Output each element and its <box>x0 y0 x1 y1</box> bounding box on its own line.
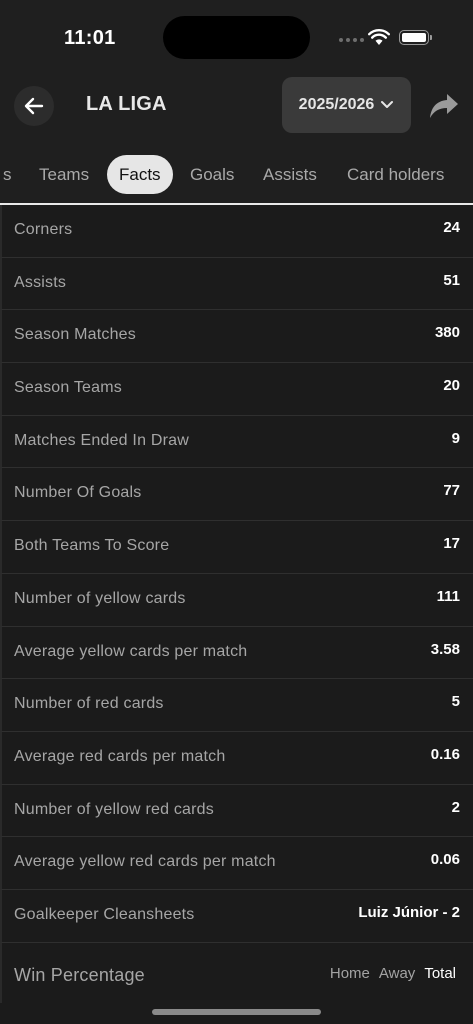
wifi-icon <box>368 29 390 45</box>
fact-row-cleansheets: Goalkeeper Cleansheets Luiz Júnior - 2 <box>0 889 473 943</box>
arrow-left-icon <box>24 97 44 115</box>
fact-row-yellow-red: Number of yellow red cards 2 <box>0 784 473 838</box>
fact-row-yellow-cards: Number of yellow cards 111 <box>0 573 473 627</box>
page-title: LA LIGA <box>86 93 167 115</box>
season-selector[interactable]: 2025/2026 <box>282 77 411 133</box>
status-bar: 11:01 <box>0 0 473 70</box>
win-total-option[interactable]: Total <box>424 965 456 982</box>
chevron-down-icon <box>381 101 394 108</box>
tab-bar: s Teams Facts Goals Assists Card holders <box>0 152 473 198</box>
back-button[interactable] <box>14 86 54 126</box>
battery-icon <box>399 30 432 45</box>
tab-teams[interactable]: Teams <box>27 155 101 194</box>
tab-partial[interactable]: s <box>0 155 24 194</box>
fact-row-goals: Number Of Goals 77 <box>0 468 473 522</box>
win-percentage-row: Win Percentage Home Away Total <box>0 942 473 1003</box>
header: LA LIGA 2025/2026 <box>0 70 473 140</box>
home-indicator[interactable] <box>152 1009 321 1015</box>
fact-row-corners: Corners 24 <box>0 205 473 258</box>
share-icon[interactable] <box>428 92 460 120</box>
tab-goals[interactable]: Goals <box>178 155 246 194</box>
fact-row-avg-yellow-red: Average yellow red cards per match 0.06 <box>0 837 473 890</box>
tab-card-holders[interactable]: Card holders <box>335 155 456 194</box>
fact-row-season-matches: Season Matches 380 <box>0 310 473 364</box>
fact-row-season-teams: Season Teams 20 <box>0 363 473 416</box>
top-area: 11:01 LA LIGA 2025/2026 s Teams Facts Go… <box>0 0 473 204</box>
facts-list: Corners 24 Assists 51 Season Matches 380… <box>0 205 473 1003</box>
fact-row-btts: Both Teams To Score 17 <box>0 521 473 574</box>
season-label: 2025/2026 <box>298 96 375 113</box>
fact-row-red-cards: Number of red cards 5 <box>0 679 473 732</box>
fact-row-avg-yellow: Average yellow cards per match 3.58 <box>0 626 473 680</box>
win-home-option[interactable]: Home <box>330 965 370 982</box>
win-percentage-label: Win Percentage <box>14 964 145 985</box>
status-time: 11:01 <box>64 27 116 49</box>
dynamic-island <box>163 16 310 59</box>
fact-row-draws: Matches Ended In Draw 9 <box>0 415 473 469</box>
tab-facts[interactable]: Facts <box>107 155 173 194</box>
fact-row-avg-red: Average red cards per match 0.16 <box>0 731 473 785</box>
win-percentage-toggle: Home Away Total <box>330 965 456 982</box>
win-away-option[interactable]: Away <box>379 965 415 982</box>
fact-row-assists: Assists 51 <box>0 257 473 311</box>
tab-assists[interactable]: Assists <box>251 155 329 194</box>
cellular-signal-icon <box>339 38 364 42</box>
